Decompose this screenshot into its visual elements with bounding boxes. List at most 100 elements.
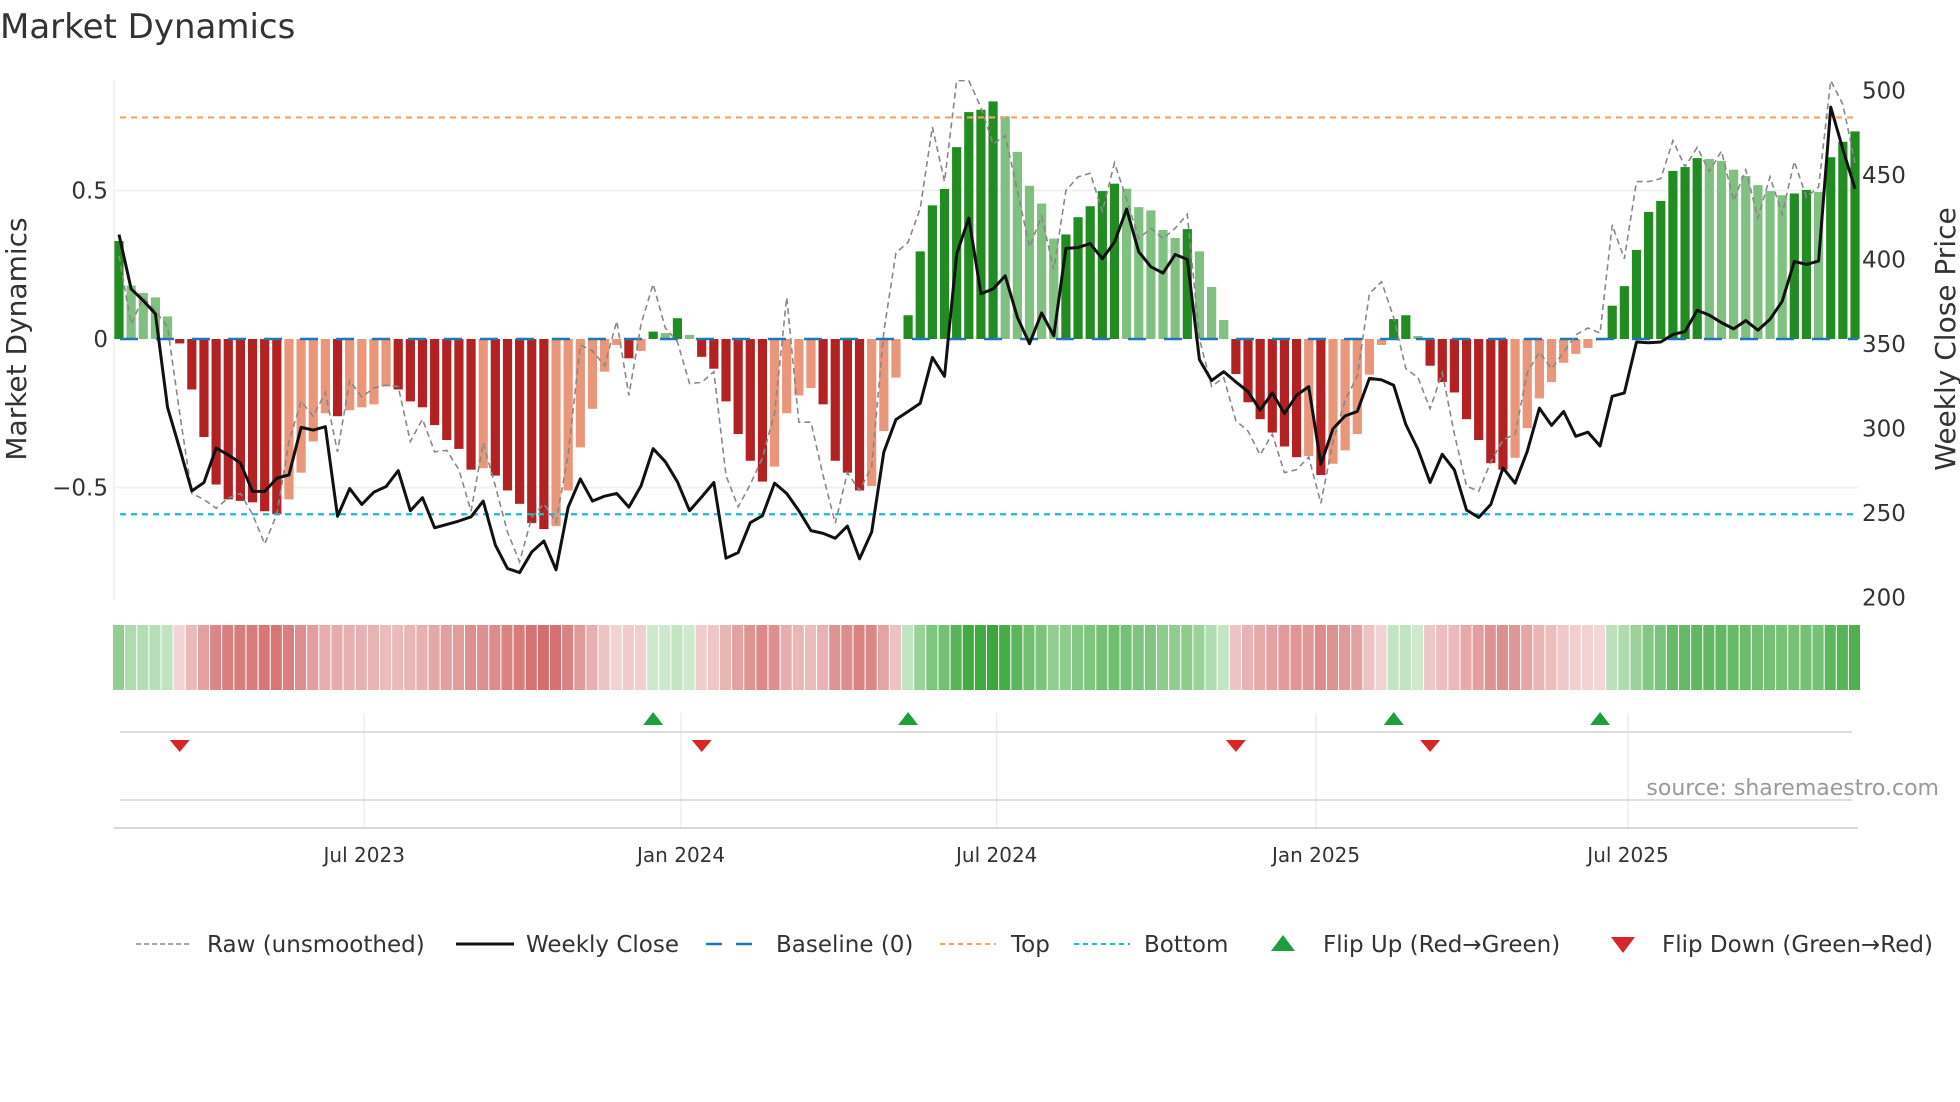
- strip-cell: [1205, 625, 1217, 690]
- dynamics-bar: [1729, 169, 1739, 339]
- strip-cell: [962, 625, 974, 690]
- strip-cell: [489, 625, 501, 690]
- source-label: source: sharemaestro.com: [1646, 776, 1939, 801]
- strip-cell: [1387, 625, 1399, 690]
- y2-tick-label: 300: [1862, 416, 1906, 442]
- strip-cell: [392, 625, 404, 690]
- dynamics-bar: [648, 331, 658, 339]
- dynamics-bar: [1267, 339, 1277, 433]
- dynamics-bar: [417, 339, 428, 408]
- strip-cell: [744, 625, 756, 690]
- dynamics-bar: [454, 339, 464, 449]
- legend-label-baseline: Baseline (0): [776, 932, 913, 958]
- strip-cell: [768, 625, 780, 690]
- strip-cell: [647, 625, 659, 690]
- strip-cell: [829, 625, 841, 690]
- strip-cell: [464, 625, 477, 690]
- strip-cell: [1266, 625, 1278, 690]
- dynamics-bar: [721, 339, 731, 402]
- strip-cell: [1436, 625, 1448, 690]
- strip-cell: [562, 625, 574, 690]
- y2-tick-label: 400: [1862, 247, 1906, 273]
- dynamics-bar: [272, 339, 282, 515]
- dynamics-bar: [672, 318, 683, 339]
- dynamics-bar: [1461, 339, 1472, 420]
- dynamics-bar: [1304, 339, 1314, 457]
- dynamics-bar: [988, 101, 998, 340]
- dynamics-bar: [733, 339, 743, 435]
- strip-cell: [149, 625, 161, 690]
- strip-cell: [1763, 625, 1776, 690]
- strip-cell: [380, 625, 392, 690]
- dynamics-bar: [1109, 183, 1120, 339]
- strip-cell: [1071, 625, 1084, 690]
- strip-cell: [598, 625, 610, 690]
- y-axis-label: Market Dynamics: [0, 217, 33, 460]
- strip-cell: [732, 625, 744, 690]
- strip-cell: [222, 625, 234, 690]
- dynamics-bar: [806, 339, 816, 389]
- strip-cell: [999, 625, 1011, 690]
- strip-cell: [1169, 625, 1181, 690]
- strip-cell: [1351, 625, 1363, 690]
- dynamics-bar: [162, 316, 173, 339]
- strip-cell: [367, 625, 379, 690]
- flip-down-marker: [1420, 740, 1441, 752]
- dynamics-bar: [551, 339, 561, 527]
- strip-cell: [1654, 625, 1666, 690]
- strip-cell: [877, 625, 889, 690]
- y-tick-label: 0.5: [71, 179, 108, 205]
- strip-cell: [707, 625, 719, 690]
- dynamics-bar: [1219, 319, 1229, 339]
- strip-cell: [804, 625, 817, 690]
- dynamics-bar: [1631, 249, 1642, 339]
- strip-cell: [574, 625, 586, 690]
- dynamics-bar: [1279, 339, 1290, 447]
- strip-cell: [258, 625, 270, 690]
- dynamics-bar: [332, 339, 343, 417]
- dynamics-bar: [624, 339, 634, 359]
- strip-cell: [889, 625, 901, 690]
- strip-cell: [307, 625, 319, 690]
- dynamics-bar: [478, 339, 488, 469]
- dynamics-bar: [1826, 157, 1836, 339]
- strip-cell: [865, 625, 877, 690]
- strip-cell: [1241, 625, 1254, 690]
- strip-cell: [1132, 625, 1144, 690]
- dynamics-bar: [1207, 287, 1217, 339]
- dynamics-bar: [539, 339, 549, 530]
- dynamics-bar: [1498, 339, 1508, 470]
- legend-label-raw: Raw (unsmoothed): [207, 932, 425, 958]
- dynamics-bar: [1546, 339, 1557, 383]
- dynamics-bar: [1486, 339, 1496, 464]
- strip-cell: [1229, 625, 1241, 690]
- strip-cell: [1011, 625, 1023, 690]
- strip-cell: [1047, 625, 1059, 690]
- dynamics-bar: [187, 339, 197, 390]
- strip-cell: [1314, 625, 1326, 690]
- strip-cell: [1666, 625, 1678, 690]
- dynamics-bar: [1741, 175, 1751, 339]
- strip-cell: [185, 625, 197, 690]
- dynamics-bar: [891, 339, 901, 378]
- strip-cell: [1363, 625, 1375, 690]
- strip-cell: [792, 625, 804, 690]
- strip-cell: [987, 625, 999, 690]
- dynamics-bar: [320, 339, 330, 414]
- strip-cell: [1594, 625, 1606, 690]
- dynamics-bar: [1401, 315, 1411, 339]
- strip-cell: [950, 625, 962, 690]
- y2-tick-label: 200: [1862, 585, 1906, 611]
- legend-label-flip-down: Flip Down (Green→Red): [1662, 932, 1933, 958]
- flip-up-marker: [898, 712, 919, 725]
- dynamics-bar: [1425, 339, 1435, 366]
- strip-cell: [695, 625, 707, 690]
- strip-cell: [343, 625, 355, 690]
- strip-cell: [756, 625, 768, 690]
- strip-cell: [549, 625, 562, 690]
- dynamics-bar: [1619, 286, 1629, 339]
- dynamics-bar: [1644, 211, 1654, 339]
- flip-down-marker: [169, 740, 190, 752]
- strip-cell: [1496, 625, 1508, 690]
- strip-cell: [1472, 625, 1484, 690]
